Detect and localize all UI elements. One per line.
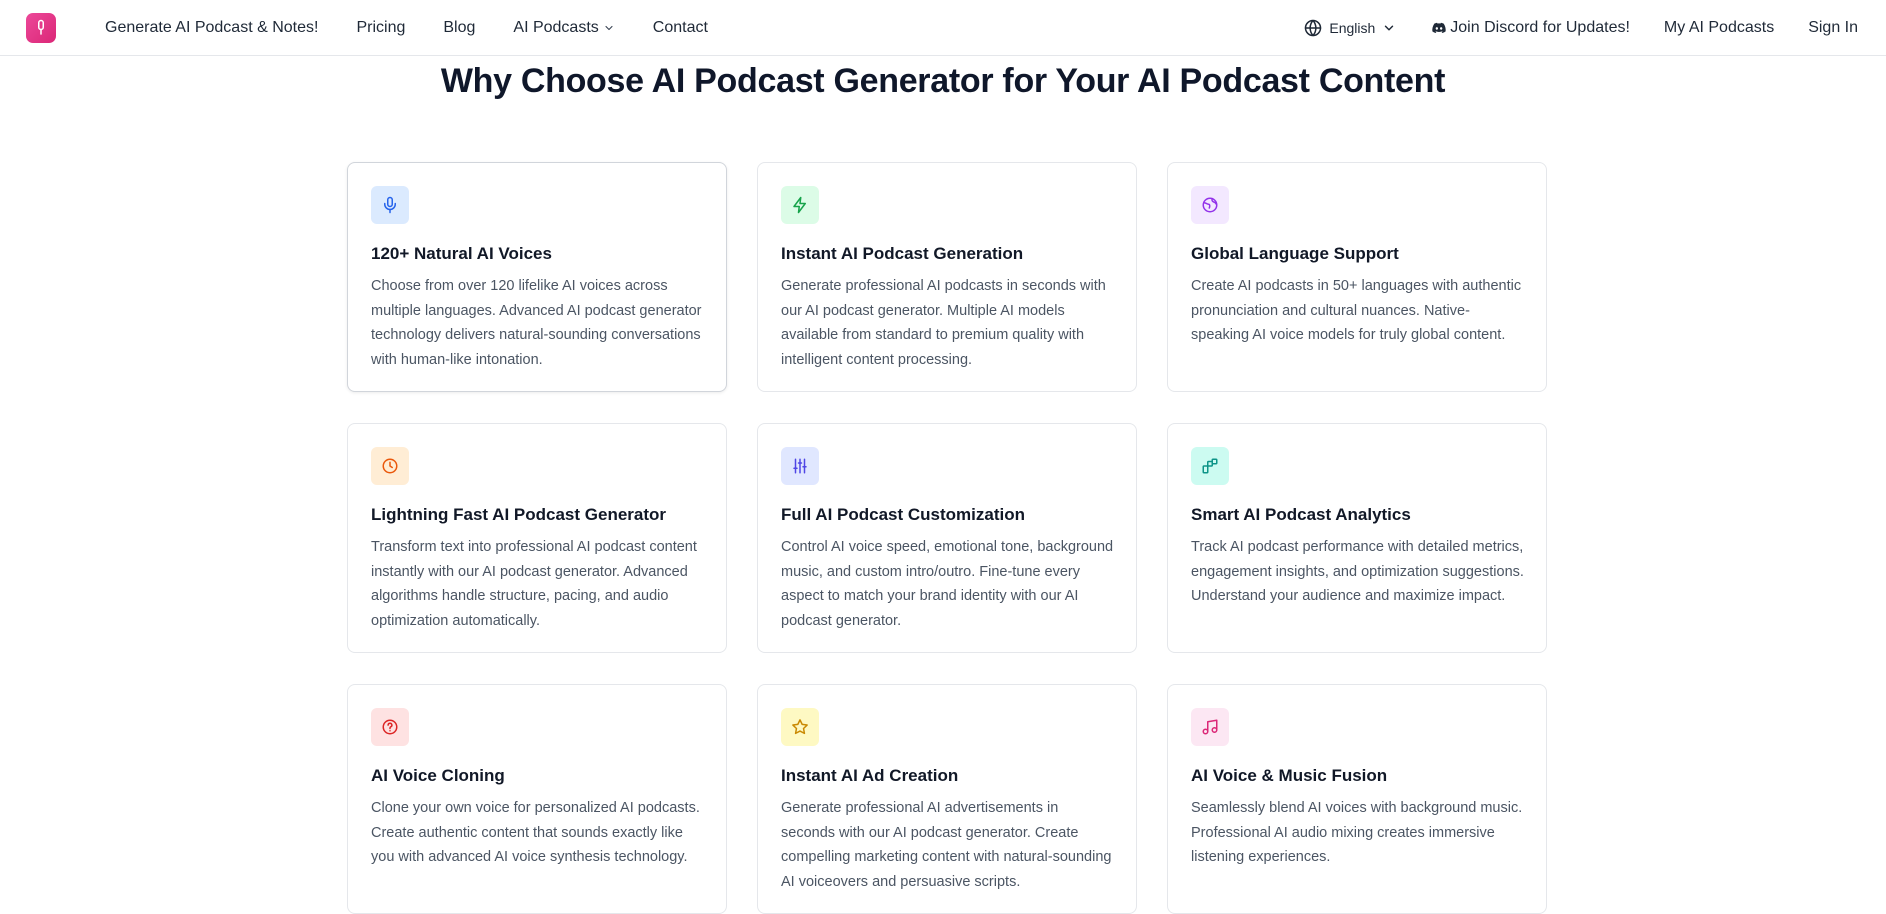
nav-generate[interactable]: Generate AI Podcast & Notes!: [105, 19, 318, 37]
logo[interactable]: [26, 12, 56, 43]
feature-icon-box: [781, 186, 819, 224]
feature-icon-box: [371, 447, 409, 485]
analytics-icon: [1202, 458, 1218, 474]
feature-card: AI Voice & Music Fusion Seamlessly blend…: [1167, 684, 1547, 914]
feature-description: Clone your own voice for personalized AI…: [371, 800, 700, 865]
feature-title: Smart AI Podcast Analytics: [1191, 505, 1411, 524]
voice-clone-icon: [382, 719, 398, 735]
discord-label: Join Discord for Updates!: [1450, 18, 1630, 36]
language-label: English: [1329, 19, 1376, 36]
features-grid: 120+ Natural AI Voices Choose from over …: [347, 162, 1547, 914]
feature-card: Smart AI Podcast Analytics Track AI podc…: [1167, 423, 1547, 653]
feature-title: AI Voice Cloning: [371, 766, 505, 785]
chevron-down-icon: [605, 25, 613, 30]
language-selector[interactable]: English: [1304, 19, 1396, 37]
feature-icon-box: [1191, 186, 1229, 224]
feature-description: Track AI podcast performance with detail…: [1191, 539, 1524, 604]
feature-description: Seamlessly blend AI voices with backgrou…: [1191, 800, 1523, 865]
feature-title: Instant AI Ad Creation: [781, 766, 959, 785]
chevron-down-icon: [1385, 25, 1394, 30]
my-podcasts-link[interactable]: My AI Podcasts: [1664, 19, 1774, 37]
main-nav: Generate AI Podcast & Notes! Pricing Blo…: [105, 19, 746, 37]
feature-icon-box: [371, 708, 409, 746]
clock-icon: [382, 458, 398, 474]
feature-icon-box: [371, 186, 409, 224]
feature-icon-box: [781, 708, 819, 746]
nav-right: English Join Discord for Updates! My AI …: [1304, 19, 1860, 37]
nav-pricing[interactable]: Pricing: [356, 19, 405, 37]
star-icon: [792, 719, 808, 735]
feature-description: Choose from over 120 lifelike AI voices …: [371, 278, 702, 368]
feature-title: Instant AI Podcast Generation: [781, 244, 1024, 263]
feature-title: Lightning Fast AI Podcast Generator: [371, 505, 667, 524]
top-navigation: Generate AI Podcast & Notes! Pricing Blo…: [0, 0, 1886, 56]
feature-icon-box: [781, 447, 819, 485]
nav-ai-podcasts-label: AI Podcasts: [513, 18, 599, 36]
globe-icon: [1202, 197, 1218, 213]
microphone-logo-icon: [38, 19, 44, 35]
feature-card: Full AI Podcast Customization Control AI…: [757, 423, 1137, 653]
feature-description: Generate professional AI advertisements …: [781, 800, 1112, 890]
feature-card: Global Language Support Create AI podcas…: [1167, 162, 1547, 392]
nav-ai-podcasts-dropdown[interactable]: AI Podcasts: [513, 19, 614, 37]
feature-description: Generate professional AI podcasts in sec…: [781, 278, 1106, 368]
feature-card: Instant AI Ad Creation Generate professi…: [757, 684, 1137, 914]
section-heading: Why Choose AI Podcast Generator for Your…: [440, 62, 1446, 100]
feature-card: Lightning Fast AI Podcast Generator Tran…: [347, 423, 727, 653]
feature-card: AI Voice Cloning Clone your own voice fo…: [347, 684, 727, 914]
discord-link[interactable]: Join Discord for Updates!: [1432, 19, 1630, 37]
feature-description: Create AI podcasts in 50+ languages with…: [1191, 278, 1522, 343]
feature-title: Full AI Podcast Customization: [781, 505, 1025, 524]
feature-icon-box: [1191, 447, 1229, 485]
discord-icon: [1432, 22, 1446, 33]
feature-icon-box: [1191, 708, 1229, 746]
feature-card: 120+ Natural AI Voices Choose from over …: [347, 162, 727, 392]
lightning-icon: [793, 196, 806, 214]
feature-title: Global Language Support: [1191, 244, 1399, 263]
music-note-icon: [1202, 719, 1218, 735]
feature-title: AI Voice & Music Fusion: [1191, 766, 1388, 785]
sign-in-link[interactable]: Sign In: [1808, 19, 1858, 37]
nav-blog[interactable]: Blog: [443, 19, 475, 37]
feature-description: Transform text into professional AI podc…: [371, 539, 697, 629]
sliders-icon: [793, 458, 807, 474]
feature-description: Control AI voice speed, emotional tone, …: [781, 539, 1114, 629]
feature-title: 120+ Natural AI Voices: [371, 244, 552, 263]
feature-card: Instant AI Podcast Generation Generate p…: [757, 162, 1137, 392]
microphone-icon: [384, 196, 396, 214]
globe-icon: [1305, 19, 1322, 36]
nav-contact[interactable]: Contact: [653, 19, 708, 37]
